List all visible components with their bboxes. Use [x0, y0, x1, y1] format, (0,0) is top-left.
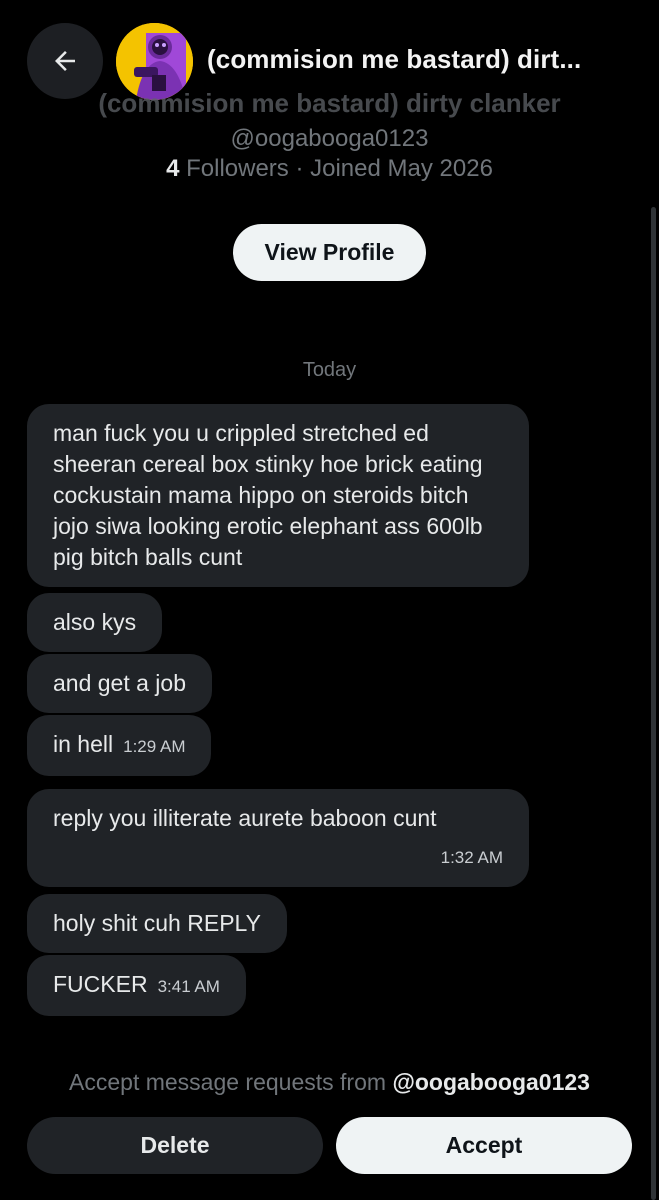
message-text: and get a job: [53, 670, 187, 696]
message-request-notice: Accept message requests from @oogabooga0…: [0, 1069, 659, 1096]
scrollbar[interactable]: [651, 207, 656, 1200]
request-handle[interactable]: @oogabooga0123: [392, 1069, 590, 1095]
message-bubble[interactable]: and get a job: [27, 654, 213, 713]
message-bubble[interactable]: man fuck you u crippled stretched ed she…: [27, 404, 529, 587]
message-text: holy shit cuh REPLY: [53, 910, 261, 936]
message-timestamp: 1:32 AM: [440, 848, 503, 867]
followers-count: 4: [166, 155, 180, 182]
message-bubble[interactable]: FUCKER 3:41 AM: [27, 955, 246, 1016]
arrow-left-icon: [55, 51, 75, 71]
message-timestamp: 1:29 AM: [123, 737, 186, 756]
message-text: FUCKER: [53, 971, 148, 997]
delete-button[interactable]: Delete: [27, 1117, 323, 1174]
message-timestamp: 3:41 AM: [157, 977, 220, 996]
message-bubble[interactable]: in hell 1:29 AM: [27, 715, 212, 776]
message-text: man fuck you u crippled stretched ed she…: [53, 420, 483, 570]
header-title: (commision me bastard) dirt...: [207, 44, 582, 74]
profile-meta: 4 Followers · Joined May 2026: [0, 155, 659, 183]
followers-joined-text: Followers · Joined May 2026: [179, 155, 493, 182]
message-bubble[interactable]: also kys: [27, 593, 163, 652]
message-text: also kys: [53, 609, 137, 635]
request-prefix: Accept message requests from: [69, 1069, 393, 1095]
accept-button[interactable]: Accept: [336, 1117, 632, 1174]
message-text: reply you illiterate aurete baboon cunt: [53, 805, 437, 831]
view-profile-button[interactable]: View Profile: [233, 224, 426, 281]
profile-display-name: (commision me bastard) dirty clanker: [98, 88, 561, 118]
message-bubble[interactable]: reply you illiterate aurete baboon cunt …: [27, 789, 529, 887]
dm-request-screen: (commision me bastard) dirt... (commisio…: [0, 0, 659, 1200]
day-separator: Today: [302, 359, 357, 381]
profile-handle: @oogabooga0123: [230, 125, 429, 152]
message-bubble[interactable]: holy shit cuh REPLY: [27, 894, 287, 953]
message-text: in hell: [53, 731, 114, 757]
